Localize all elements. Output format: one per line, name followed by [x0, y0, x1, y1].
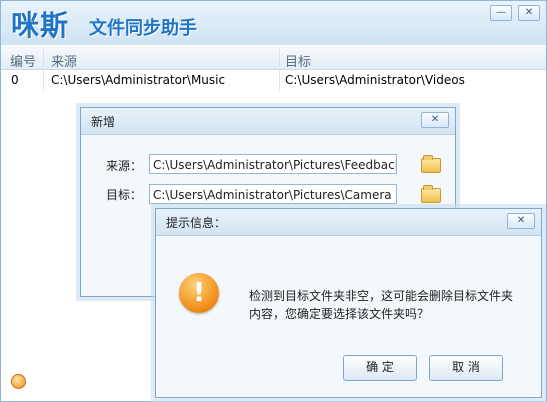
target-browse-folder-icon[interactable]: [421, 185, 441, 203]
source-label: 来源：: [106, 159, 143, 173]
add-dialog-close-button[interactable]: ✕: [421, 112, 449, 128]
cell-target: C:\Users\Administrator\Videos: [285, 73, 465, 87]
cell-id: 0: [11, 73, 19, 87]
warning-icon: !: [179, 273, 219, 313]
cancel-button[interactable]: 取 消: [429, 355, 503, 381]
confirm-button[interactable]: 确 定: [343, 355, 417, 381]
message-dialog-close-button[interactable]: ✕: [507, 213, 535, 229]
source-browse-folder-icon[interactable]: [421, 155, 441, 173]
cell-source: C:\Users\Administrator\Music: [51, 73, 226, 87]
title-bar: 咪斯 文件同步助手 — ✕: [1, 1, 546, 45]
source-path-field[interactable]: C:\Users\Administrator\Pictures\Feedback: [149, 154, 397, 174]
app-logo: 咪斯: [11, 9, 70, 42]
message-dialog-titlebar: 提示信息： ✕: [156, 209, 541, 236]
target-label: 目标：: [106, 188, 143, 202]
column-header-id[interactable]: 编号: [10, 51, 36, 70]
column-divider: [279, 47, 280, 91]
add-dialog-titlebar: 新增 ✕: [81, 108, 455, 135]
add-dialog-title: 新增: [91, 115, 116, 129]
close-button[interactable]: ✕: [518, 5, 540, 21]
status-indicator-icon: [11, 374, 26, 389]
app-title: 文件同步助手: [89, 18, 197, 39]
column-header-target[interactable]: 目标: [285, 51, 311, 70]
target-path-field[interactable]: C:\Users\Administrator\Pictures\Camera R…: [149, 184, 397, 204]
table-header: 编号 来源 目标: [1, 47, 546, 70]
window-controls: — ✕: [490, 5, 540, 21]
message-dialog: 提示信息： ✕ ! 检测到目标文件夹非空，这可能会删除目标文件夹内容，您确定要选…: [155, 208, 542, 398]
column-header-source[interactable]: 来源: [51, 51, 77, 70]
message-text: 检测到目标文件夹非空，这可能会删除目标文件夹内容，您确定要选择该文件夹吗？: [249, 289, 514, 321]
minimize-button[interactable]: —: [490, 5, 512, 21]
column-divider: [43, 47, 44, 91]
message-dialog-title: 提示信息：: [166, 216, 227, 230]
